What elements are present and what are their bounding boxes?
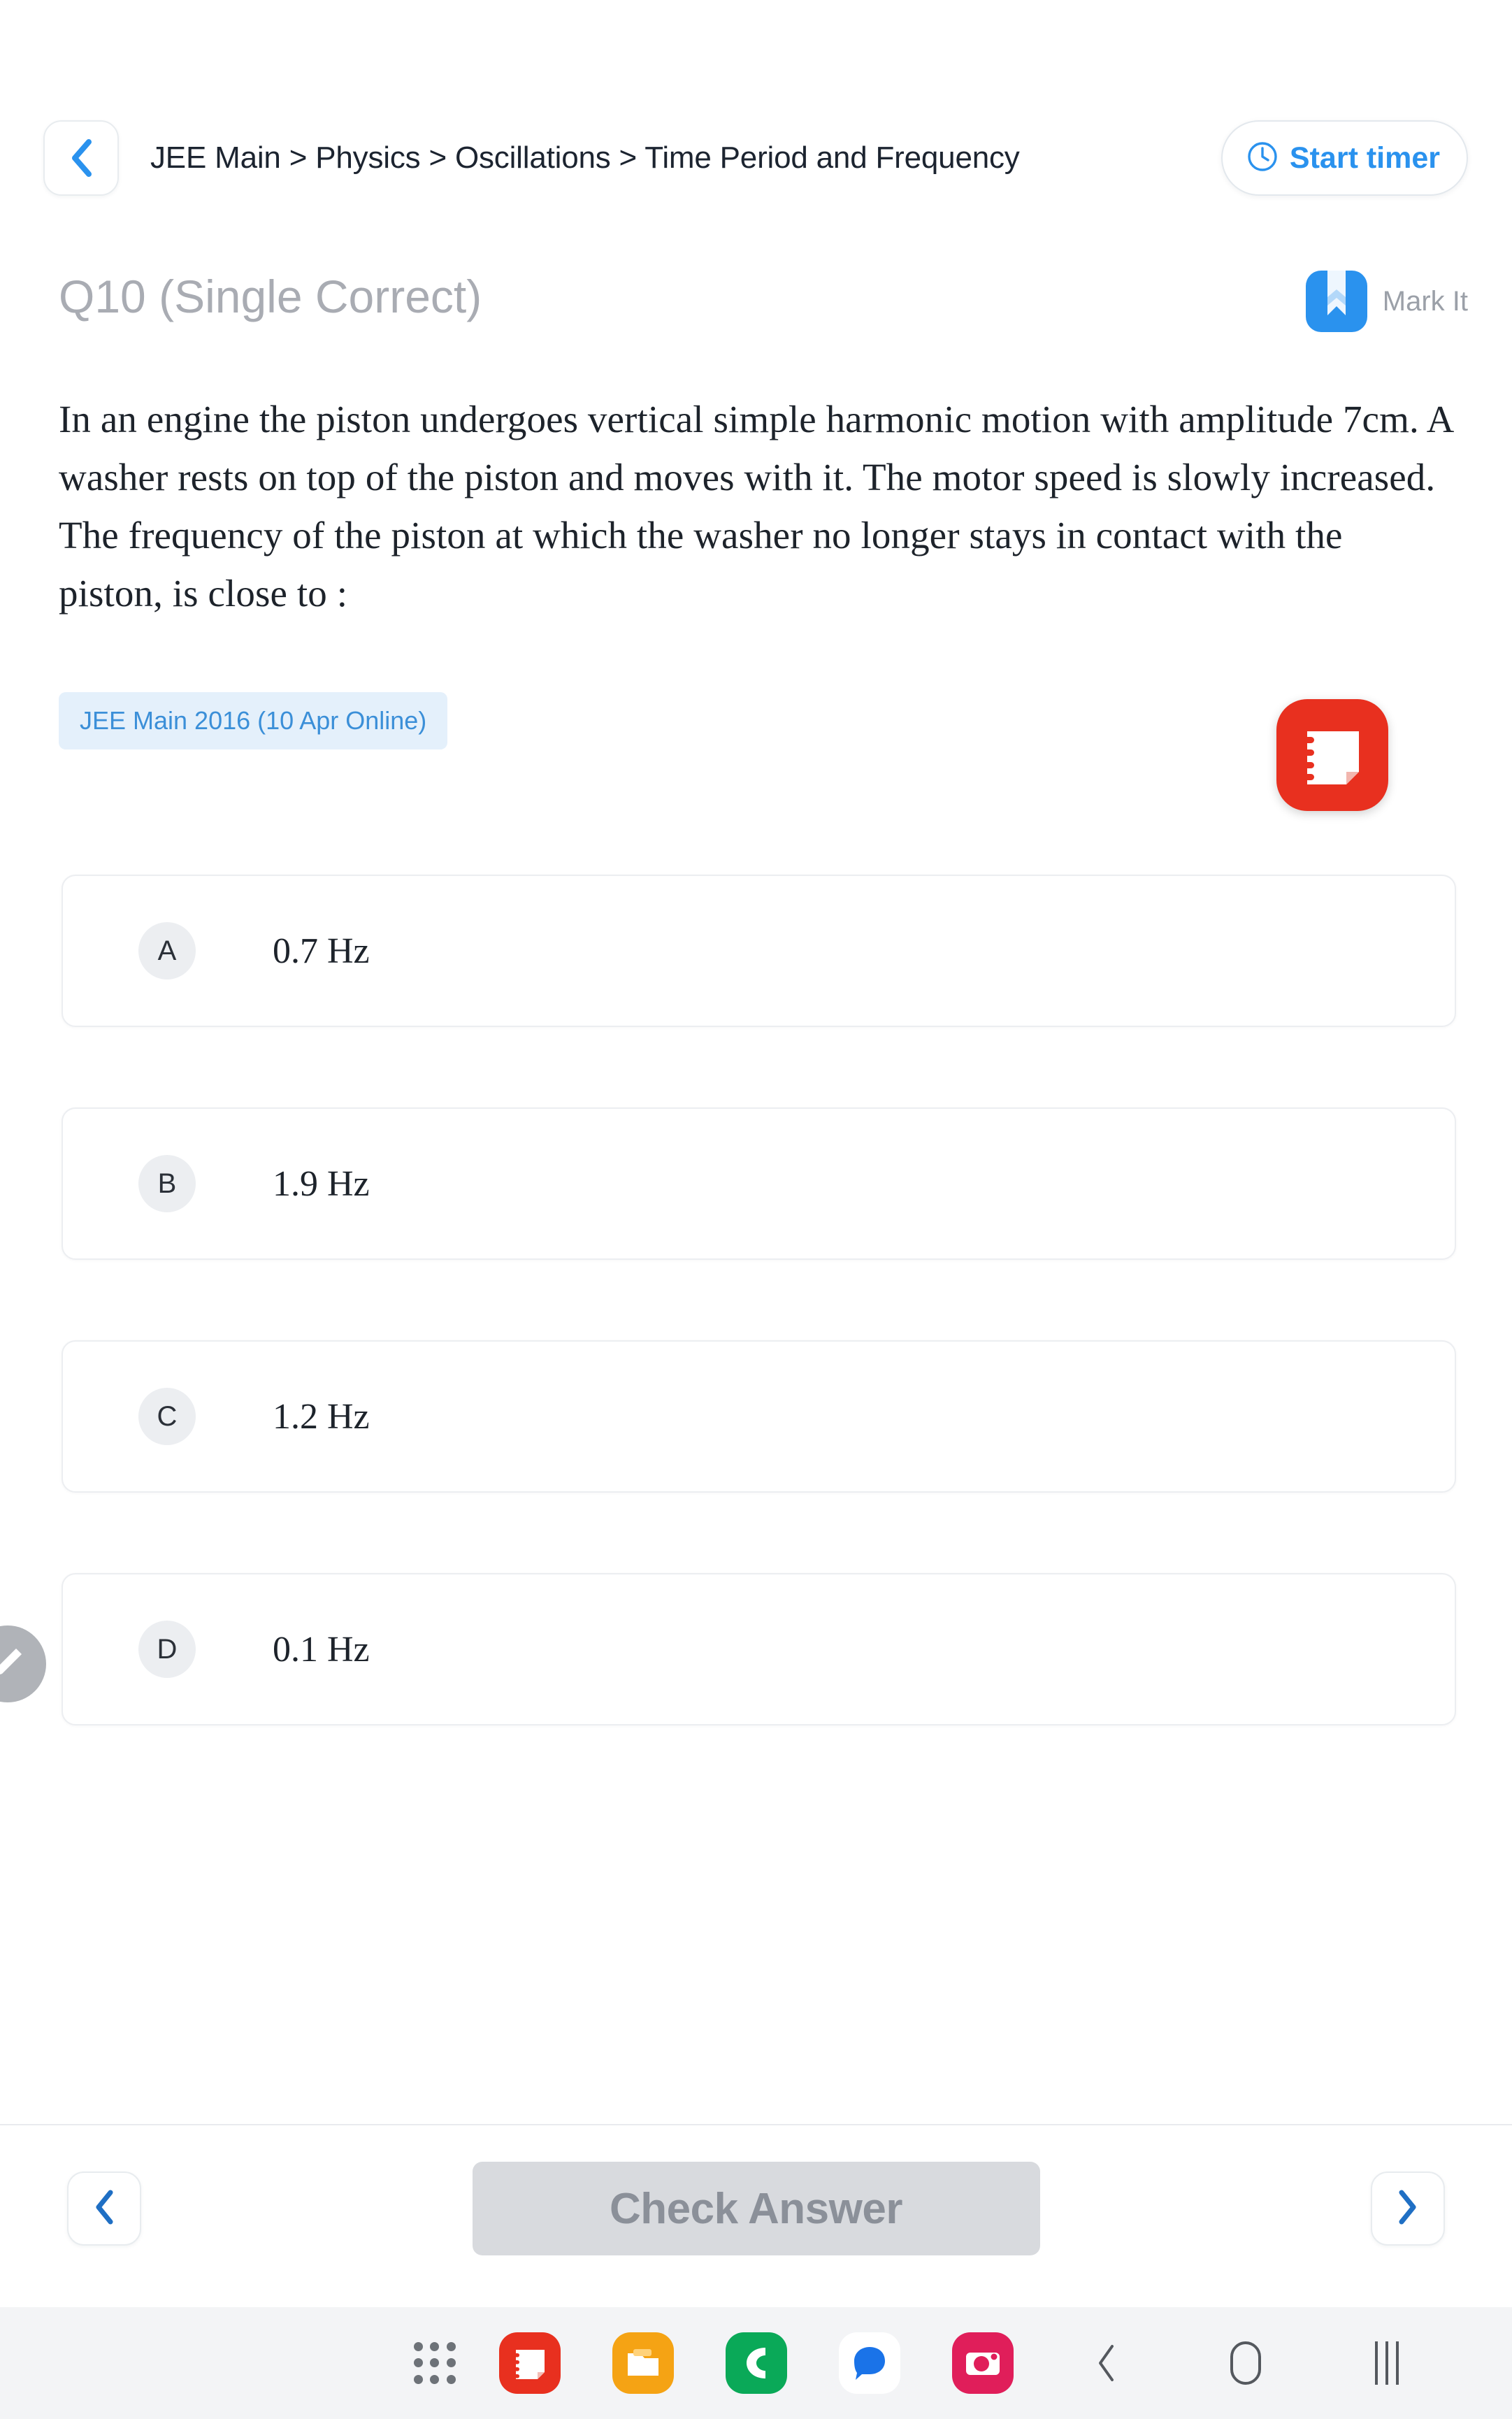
chevron-right-icon [1397,2190,1418,2228]
phone-app-icon[interactable] [726,2332,787,2394]
question-header: Q10 (Single Correct) Mark It [0,262,1512,353]
start-timer-button[interactable]: Start timer [1221,120,1468,196]
question-screen: JEE Main > Physics > Oscillations > Time… [0,0,1512,2307]
exam-source-tag[interactable]: JEE Main 2016 (10 Apr Online) [59,692,448,749]
top-bar: JEE Main > Physics > Oscillations > Time… [0,0,1512,231]
mark-it-button[interactable]: Mark It [1305,271,1468,332]
option-row-a[interactable]: A 0.7 Hz [62,875,1456,1027]
my-files-app-icon[interactable] [612,2332,674,2394]
pencil-fab-button[interactable] [0,1625,46,1702]
option-row-b[interactable]: B 1.9 Hz [62,1107,1456,1260]
home-shape [1230,2341,1261,2385]
nav-recents-icon[interactable] [1365,2341,1409,2385]
option-key-badge: C [138,1388,196,1445]
chevron-left-icon [94,2190,115,2228]
question-action-bar: Check Answer [0,2124,1512,2307]
option-key-badge: D [138,1621,196,1678]
nav-back-icon[interactable] [1083,2341,1128,2385]
chevron-left-icon [69,138,93,178]
recents-shape [1375,2341,1399,2385]
clock-icon [1246,141,1279,176]
nav-home-icon[interactable] [1223,2341,1268,2385]
app-grid-icon[interactable] [414,2342,456,2384]
option-row-c[interactable]: C 1.2 Hz [62,1340,1456,1493]
camera-app-icon[interactable] [952,2332,1014,2394]
android-taskbar [0,2307,1512,2419]
option-row-d[interactable]: D 0.1 Hz [62,1573,1456,1725]
samsung-notes-icon[interactable] [1276,699,1388,811]
notes-app-icon[interactable] [499,2332,561,2394]
check-answer-button[interactable]: Check Answer [472,2162,1040,2255]
option-label: 1.9 Hz [273,1163,370,1204]
pencil-icon [0,1642,28,1686]
option-label: 1.2 Hz [273,1396,370,1437]
previous-question-button[interactable] [67,2172,141,2246]
option-label: 0.7 Hz [273,931,370,971]
mark-it-label: Mark It [1382,285,1468,317]
back-button[interactable] [43,120,119,196]
next-question-button[interactable] [1371,2172,1445,2246]
breadcrumb[interactable]: JEE Main > Physics > Oscillations > Time… [150,137,1020,179]
bookmark-icon [1305,271,1367,332]
start-timer-label: Start timer [1289,141,1440,175]
option-key-badge: A [138,922,196,979]
page-title: Q10 (Single Correct) [59,271,482,322]
question-text: In an engine the piston undergoes vertic… [59,398,1453,615]
option-label: 0.1 Hz [273,1629,370,1670]
option-key-badge: B [138,1155,196,1212]
messages-app-icon[interactable] [839,2332,900,2394]
options-list: A 0.7 Hz B 1.9 Hz C 1.2 Hz D 0.1 Hz [62,875,1456,1806]
